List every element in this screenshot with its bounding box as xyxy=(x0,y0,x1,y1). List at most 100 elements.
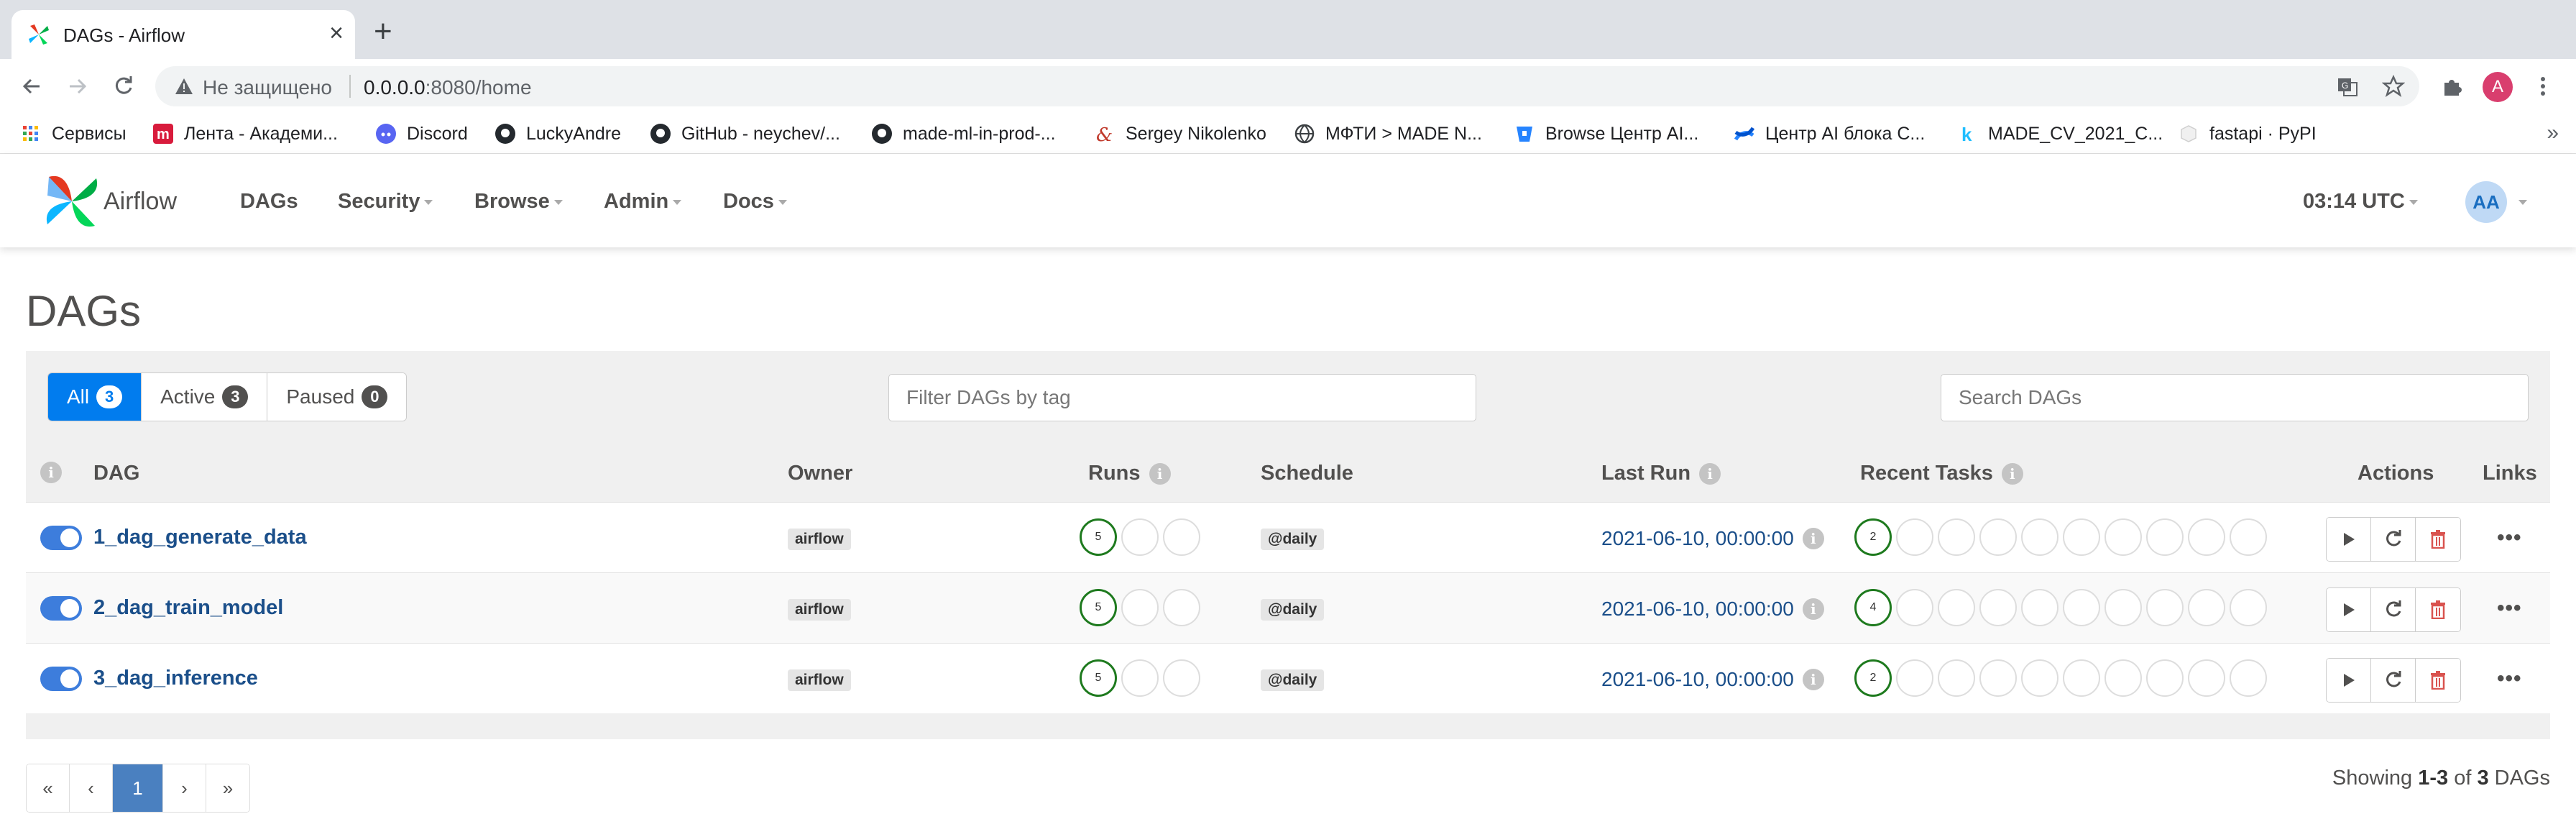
bookmark-item[interactable]: Сервисы xyxy=(20,122,126,145)
bookmark-item[interactable]: fastapi · PyPI xyxy=(2178,122,2317,145)
task-state-circle[interactable] xyxy=(1979,659,2017,697)
run-state-circle[interactable] xyxy=(1163,659,1200,697)
owner-badge[interactable]: airflow xyxy=(788,669,851,691)
nav-browse[interactable]: Browse xyxy=(474,190,563,214)
task-state-circle[interactable] xyxy=(2063,589,2100,626)
bookmarks-overflow-icon[interactable]: » xyxy=(2547,121,2559,145)
forward-arrow-icon[interactable] xyxy=(60,69,95,104)
dag-id-link[interactable]: 2_dag_train_model xyxy=(93,596,283,620)
bookmark-item[interactable]: GitHub - neychev/... xyxy=(650,122,840,145)
user-avatar[interactable]: AA xyxy=(2465,181,2507,223)
task-state-circle[interactable] xyxy=(2063,659,2100,697)
owner-badge[interactable]: airflow xyxy=(788,529,851,550)
task-state-circle[interactable] xyxy=(2188,518,2225,556)
page-first-button[interactable]: « xyxy=(27,764,70,812)
dag-id-link[interactable]: 1_dag_generate_data xyxy=(93,526,307,549)
run-state-circle[interactable] xyxy=(1121,518,1159,556)
run-success-circle[interactable]: 5 xyxy=(1080,659,1117,697)
links-menu-icon[interactable]: ••• xyxy=(2497,668,2522,690)
dag-id-link[interactable]: 3_dag_inference xyxy=(93,667,258,690)
task-state-circle[interactable] xyxy=(2104,659,2142,697)
task-state-circle[interactable] xyxy=(2230,589,2267,626)
nav-dags[interactable]: DAGs xyxy=(240,190,298,214)
task-success-circle[interactable]: 2 xyxy=(1854,518,1892,556)
schedule-badge[interactable]: @daily xyxy=(1261,599,1325,621)
airflow-brand-link[interactable]: Airflow xyxy=(45,174,177,229)
nav-security[interactable]: Security xyxy=(338,190,433,214)
task-state-circle[interactable] xyxy=(2063,518,2100,556)
column-dag[interactable]: DAG xyxy=(93,462,139,485)
schedule-badge[interactable]: @daily xyxy=(1261,529,1325,550)
tag-filter-input[interactable] xyxy=(888,374,1476,421)
bookmark-item[interactable]: Discord xyxy=(375,122,468,145)
info-icon[interactable]: i xyxy=(1802,528,1824,549)
dag-pause-toggle[interactable] xyxy=(40,596,82,621)
bookmark-item[interactable]: LuckyAndre xyxy=(494,122,621,145)
task-state-circle[interactable] xyxy=(2146,659,2184,697)
task-state-circle[interactable] xyxy=(1938,518,1975,556)
links-menu-icon[interactable]: ••• xyxy=(2497,527,2522,549)
last-run-link[interactable]: 2021-06-10, 00:00:00 i xyxy=(1601,527,1824,550)
page-prev-button[interactable]: ‹ xyxy=(70,764,113,812)
task-state-circle[interactable] xyxy=(1938,659,1975,697)
bookmark-item[interactable]: Browse Центр AI... xyxy=(1514,122,1698,145)
filter-paused-button[interactable]: Paused 0 xyxy=(267,373,407,421)
info-icon[interactable]: i xyxy=(1802,669,1824,690)
info-icon[interactable]: i xyxy=(1802,598,1824,620)
last-run-link[interactable]: 2021-06-10, 00:00:00 i xyxy=(1601,668,1824,691)
info-icon[interactable]: i xyxy=(1149,462,1171,485)
delete-dag-button[interactable] xyxy=(2416,518,2460,561)
task-state-circle[interactable] xyxy=(1896,518,1933,556)
page-last-button[interactable]: » xyxy=(206,764,249,812)
task-state-circle[interactable] xyxy=(2146,518,2184,556)
task-state-circle[interactable] xyxy=(2021,589,2058,626)
extensions-puzzle-icon[interactable] xyxy=(2435,69,2470,104)
bookmark-item[interactable]: m Лента - Академи... xyxy=(152,122,338,145)
reload-icon[interactable] xyxy=(106,69,141,104)
task-state-circle[interactable] xyxy=(2188,659,2225,697)
browser-menu-icon[interactable] xyxy=(2526,69,2560,104)
task-state-circle[interactable] xyxy=(1979,589,2017,626)
task-success-circle[interactable]: 4 xyxy=(1854,589,1892,626)
bookmark-item[interactable]: k MADE_CV_2021_C... xyxy=(1956,122,2163,145)
bookmark-item[interactable]: & Sergey Nikolenko xyxy=(1094,122,1266,145)
run-state-circle[interactable] xyxy=(1121,589,1159,626)
task-state-circle[interactable] xyxy=(1979,518,2017,556)
owner-badge[interactable]: airflow xyxy=(788,599,851,621)
tab-close-icon[interactable]: × xyxy=(329,20,344,46)
task-state-circle[interactable] xyxy=(1896,659,1933,697)
refresh-dag-button[interactable] xyxy=(2371,659,2416,702)
task-state-circle[interactable] xyxy=(2230,659,2267,697)
info-icon[interactable]: i xyxy=(2001,462,2023,485)
schedule-badge[interactable]: @daily xyxy=(1261,669,1325,691)
bookmark-item[interactable]: made-ml-in-prod-... xyxy=(871,122,1056,145)
new-tab-icon[interactable]: + xyxy=(374,16,392,47)
run-state-circle[interactable] xyxy=(1121,659,1159,697)
page-next-button[interactable]: › xyxy=(163,764,206,812)
run-state-circle[interactable] xyxy=(1163,589,1200,626)
dag-pause-toggle[interactable] xyxy=(40,526,82,550)
delete-dag-button[interactable] xyxy=(2416,659,2460,702)
task-state-circle[interactable] xyxy=(1896,589,1933,626)
trigger-dag-button[interactable] xyxy=(2327,588,2371,631)
chevron-down-icon[interactable] xyxy=(2518,200,2527,205)
task-state-circle[interactable] xyxy=(2146,589,2184,626)
utc-clock[interactable]: 03:14 UTC xyxy=(2303,190,2418,214)
address-bar[interactable]: Не защищено 0.0.0.0:8080/home G xyxy=(155,66,2419,106)
trigger-dag-button[interactable] xyxy=(2327,518,2371,561)
dag-pause-toggle[interactable] xyxy=(40,667,82,691)
delete-dag-button[interactable] xyxy=(2416,588,2460,631)
nav-docs[interactable]: Docs xyxy=(723,190,787,214)
trigger-dag-button[interactable] xyxy=(2327,659,2371,702)
last-run-link[interactable]: 2021-06-10, 00:00:00 i xyxy=(1601,598,1824,621)
browser-profile-avatar[interactable]: A xyxy=(2483,72,2513,102)
browser-tab[interactable]: DAGs - Airflow × xyxy=(12,10,355,59)
bookmark-item[interactable]: МФТИ > MADE N... xyxy=(1294,122,1482,145)
run-success-circle[interactable]: 5 xyxy=(1080,518,1117,556)
filter-active-button[interactable]: Active 3 xyxy=(142,373,268,421)
back-arrow-icon[interactable] xyxy=(14,69,49,104)
filter-all-button[interactable]: All 3 xyxy=(48,373,142,421)
info-icon[interactable]: i xyxy=(1699,462,1721,485)
task-state-circle[interactable] xyxy=(2104,589,2142,626)
page-current-button[interactable]: 1 xyxy=(113,764,163,812)
